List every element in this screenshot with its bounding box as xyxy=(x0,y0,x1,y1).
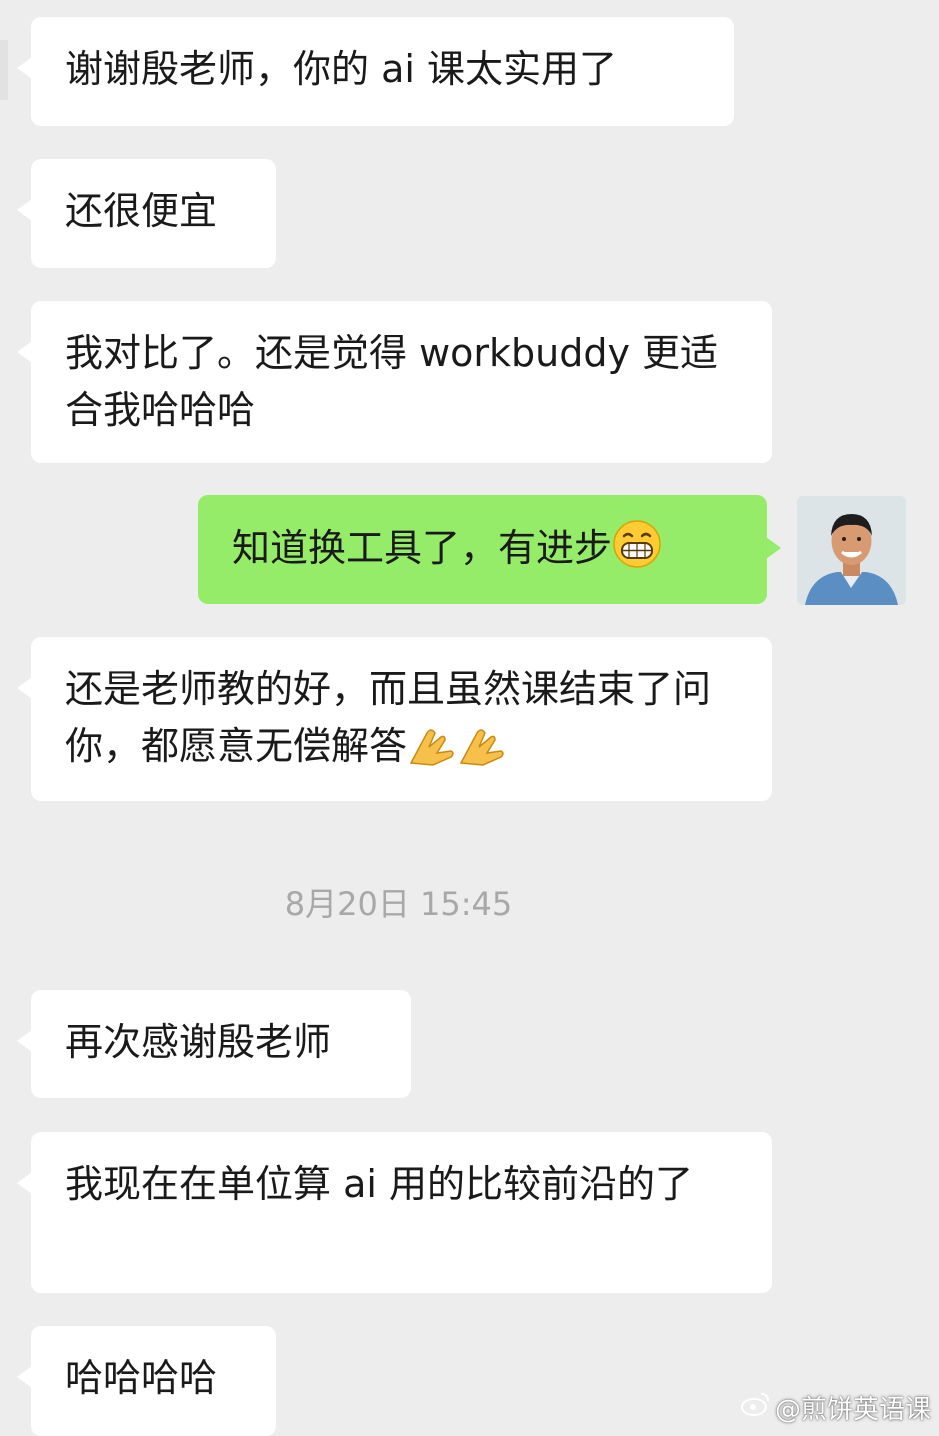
weibo-logo-icon xyxy=(740,1391,771,1424)
chat-timestamp: 8月20日 15:45 xyxy=(284,885,513,923)
watermark: @煎饼英语课 xyxy=(740,1389,931,1426)
avatar-image xyxy=(797,496,906,605)
message-text: 哈哈哈哈 xyxy=(65,1356,218,1400)
message-bubble-incoming[interactable]: 我现在在单位算 ai 用的比较前沿的了 xyxy=(17,1132,772,1293)
folded-hands-icon xyxy=(457,723,507,783)
message-text: 我对比了。还是觉得 workbuddy 更适合我哈哈哈 xyxy=(65,331,719,432)
message-text: 谢谢殷老师，你的 ai 课太实用了 xyxy=(65,47,618,91)
message-bubble-incoming[interactable]: 再次感谢殷老师 xyxy=(17,990,411,1098)
chat-area: 谢谢殷老师，你的 ai 课太实用了 还很便宜 我对比了。还是觉得 workbud… xyxy=(0,0,939,1436)
message-text: 还是老师教的好，而且虽然课结束了问你，都愿意无偿解答 xyxy=(65,667,712,768)
message-bubble-incoming[interactable]: 哈哈哈哈 xyxy=(17,1326,276,1436)
folded-hands-icon xyxy=(407,723,457,783)
avatar[interactable] xyxy=(797,496,906,605)
message-bubble-incoming[interactable]: 谢谢殷老师，你的 ai 课太实用了 xyxy=(17,17,734,126)
message-bubble-incoming[interactable]: 我对比了。还是觉得 workbuddy 更适合我哈哈哈 xyxy=(17,301,772,463)
message-bubble-incoming[interactable]: 还很便宜 xyxy=(17,159,276,268)
message-text: 知道换工具了，有进步 xyxy=(232,526,613,570)
message-bubble-incoming[interactable]: 还是老师教的好，而且虽然课结束了问你，都愿意无偿解答 xyxy=(17,637,772,801)
message-text: 还很便宜 xyxy=(65,189,218,233)
left-edge-shadow xyxy=(0,40,8,100)
message-bubble-outgoing[interactable]: 知道换工具了，有进步 xyxy=(198,495,781,604)
message-text: 再次感谢殷老师 xyxy=(65,1020,332,1064)
grinning-face-icon xyxy=(612,519,662,585)
message-text: 我现在在单位算 ai 用的比较前沿的了 xyxy=(65,1162,694,1206)
watermark-text: @煎饼英语课 xyxy=(774,1395,931,1425)
